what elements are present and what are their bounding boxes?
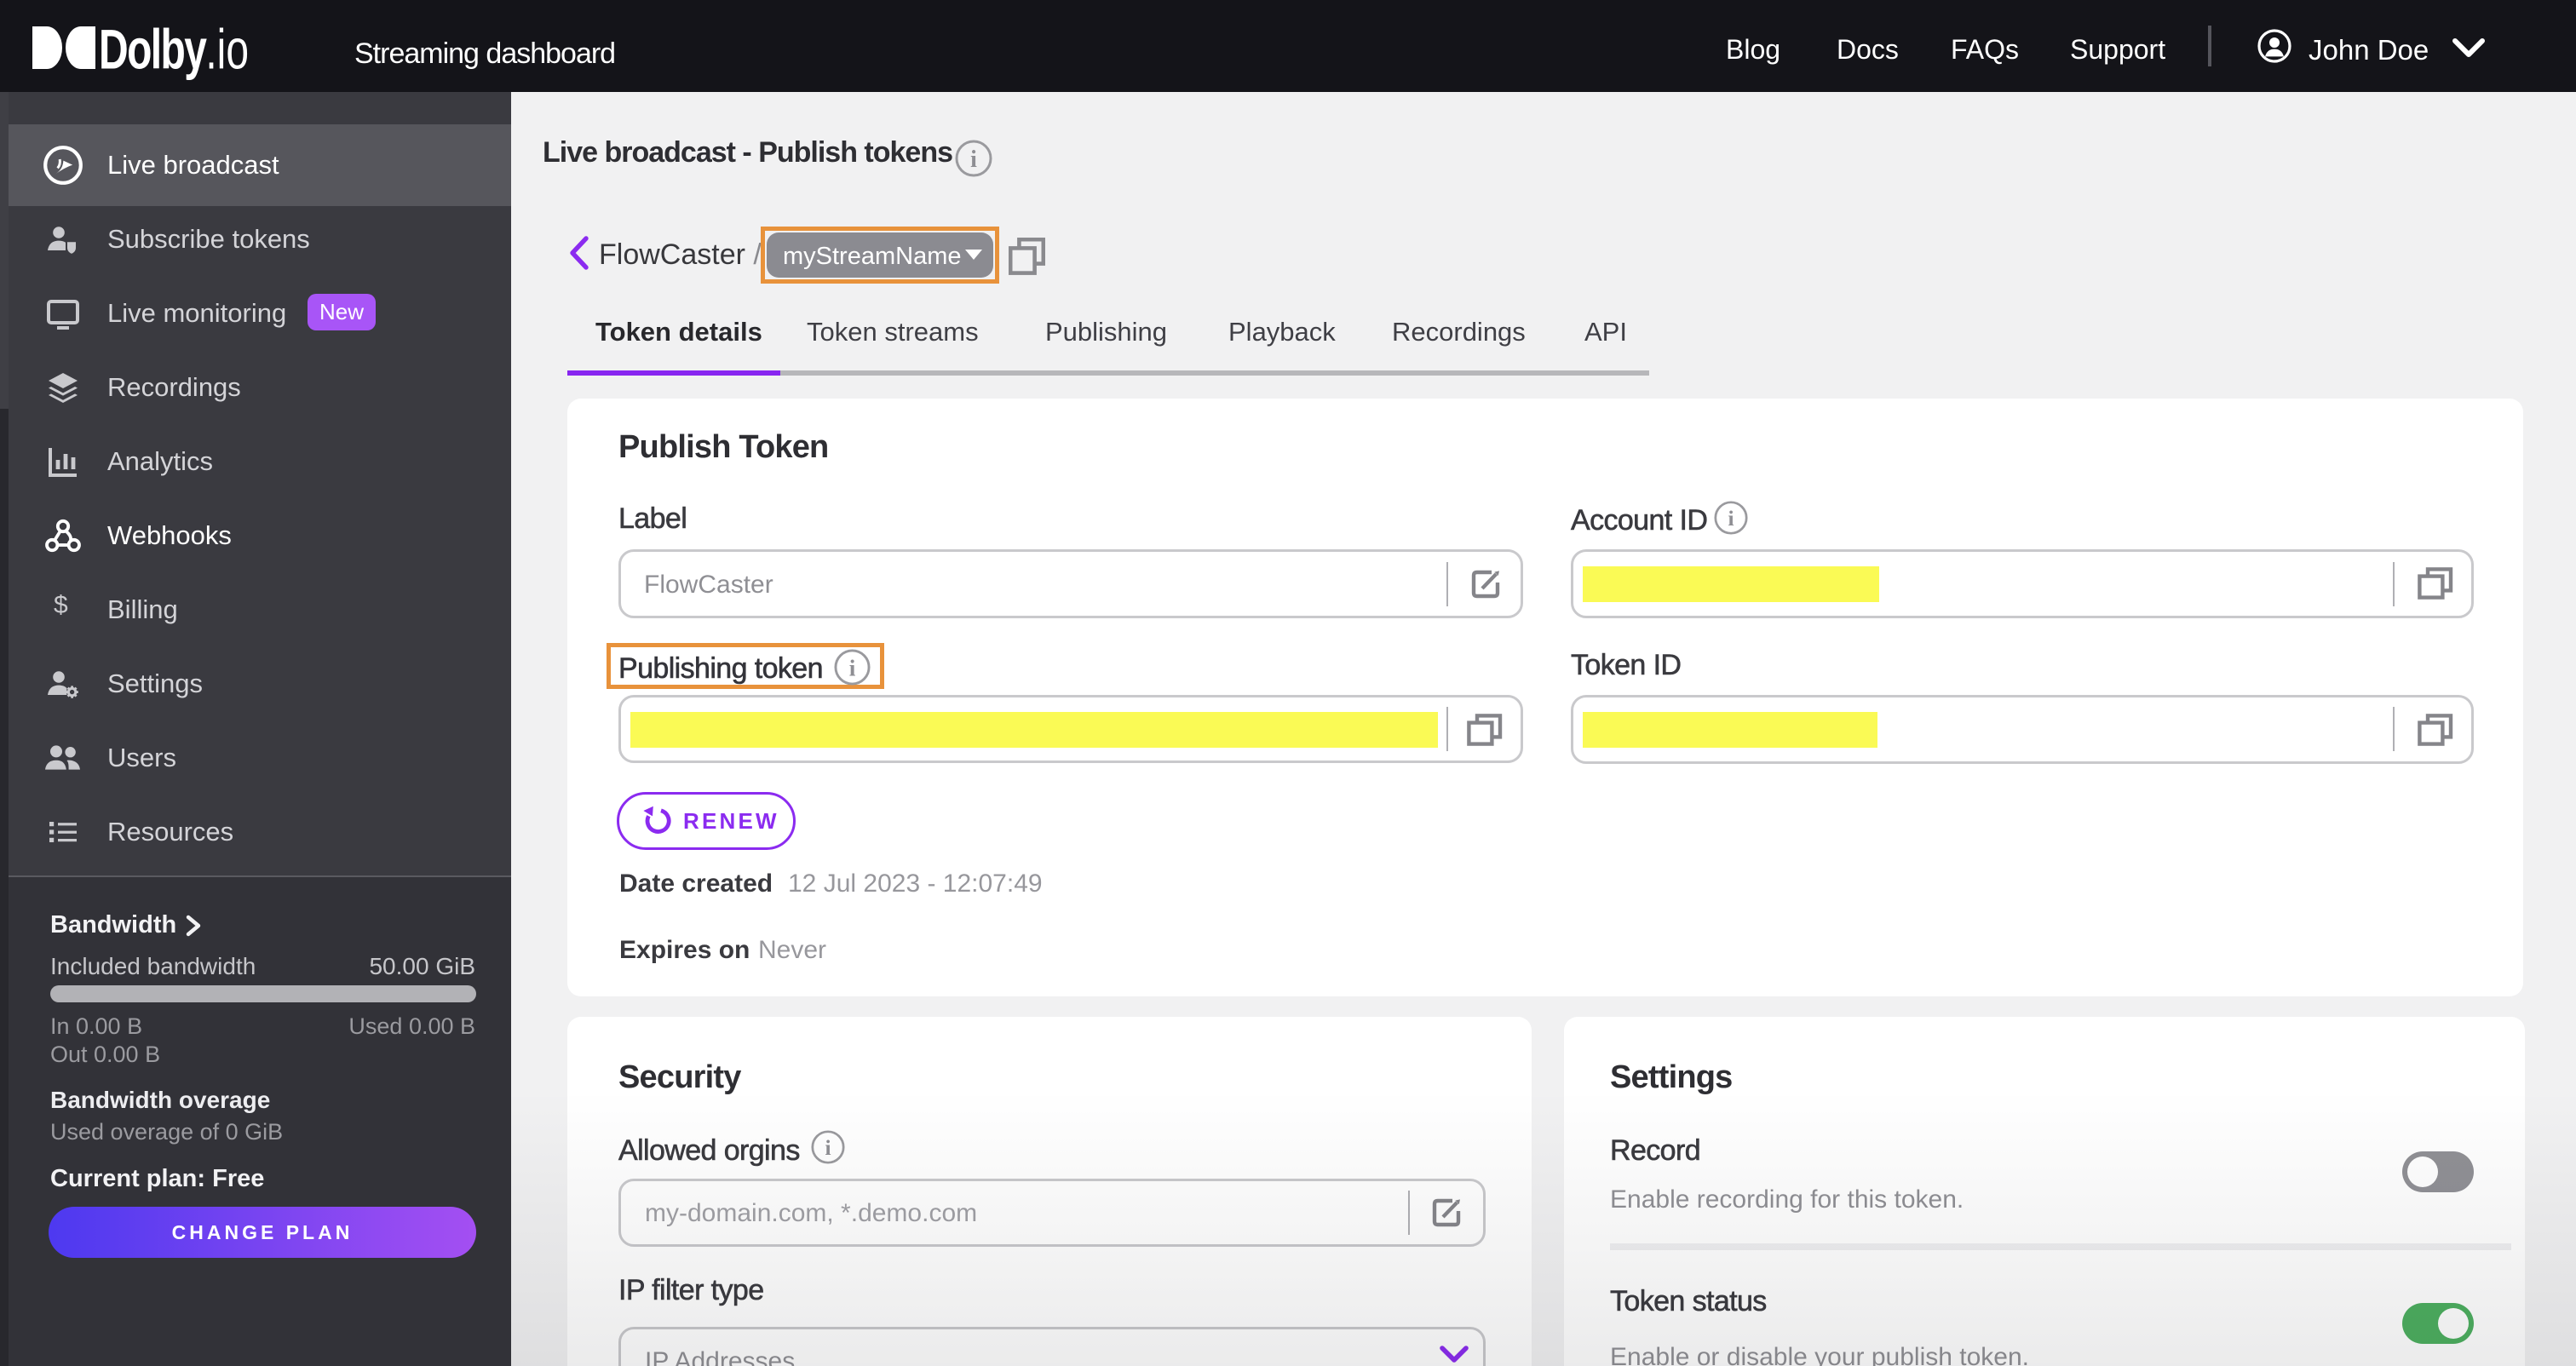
svg-text:i: i (970, 146, 977, 173)
svg-text:i: i (1728, 506, 1734, 531)
svg-text:i: i (849, 655, 856, 680)
